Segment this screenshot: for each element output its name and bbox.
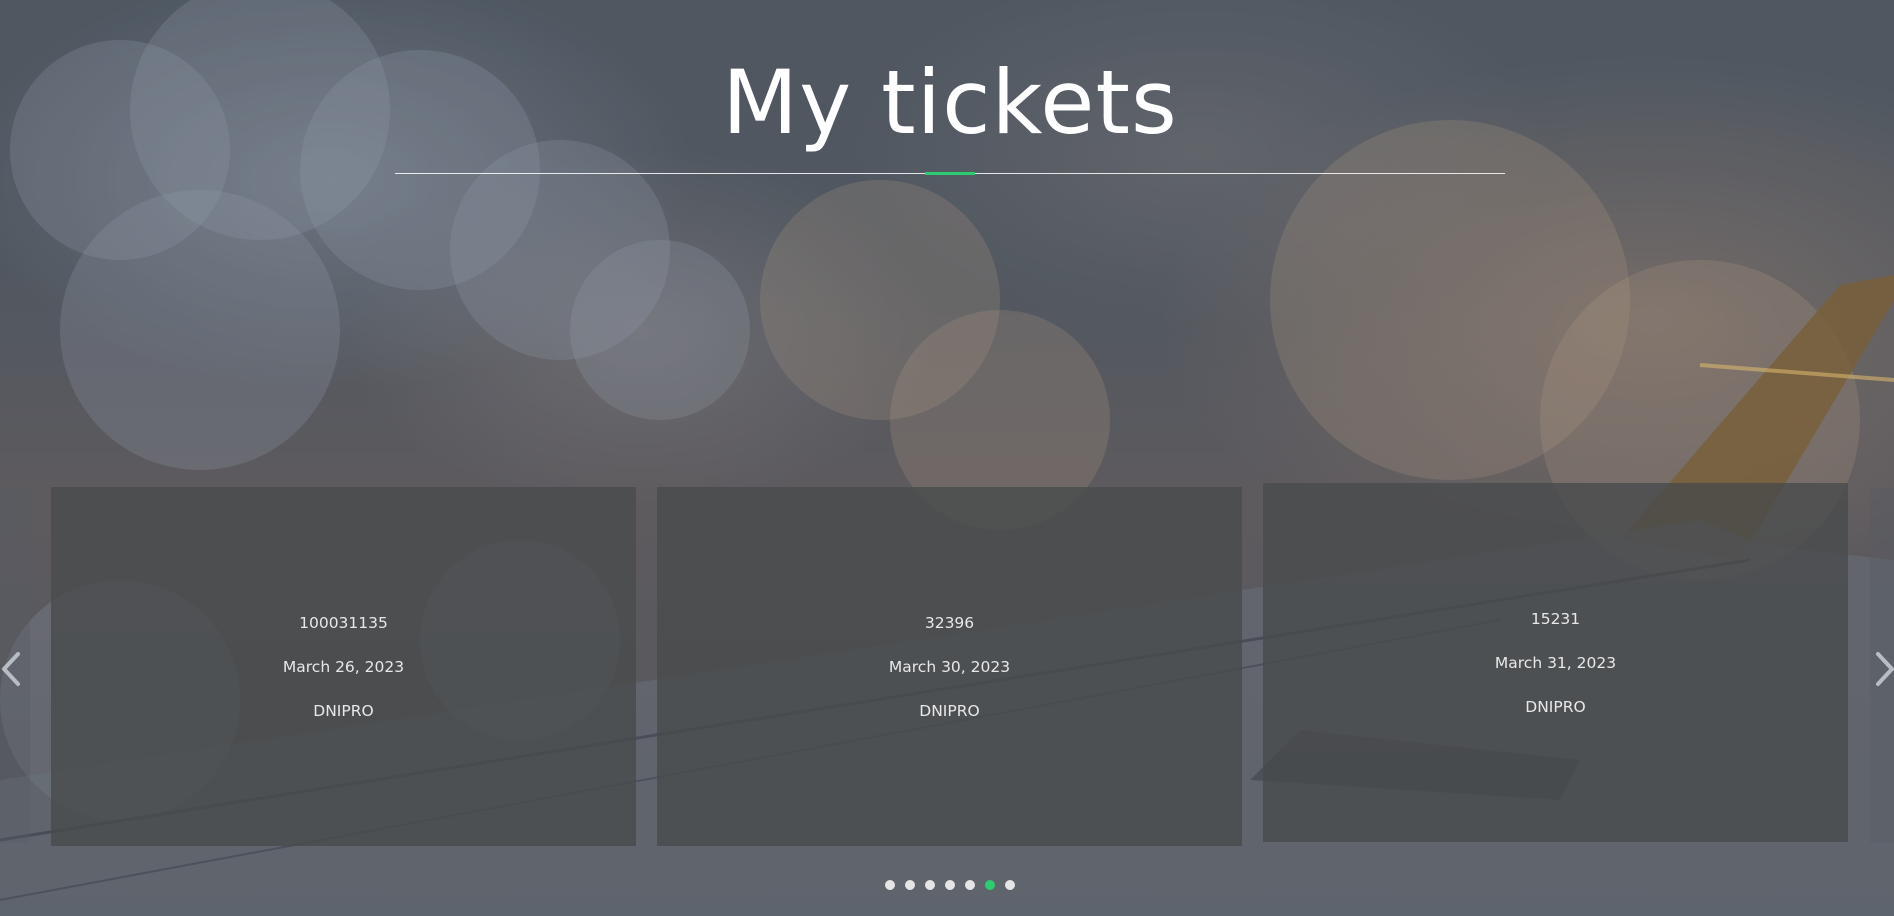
- pagination-dot[interactable]: [965, 880, 975, 890]
- ticket-city: DNIPRO: [313, 701, 374, 720]
- pagination-dot[interactable]: [1005, 880, 1015, 890]
- chevron-left-icon: [2, 652, 20, 686]
- ticket-number: 100031135: [299, 613, 388, 632]
- chevron-right-icon: [1876, 652, 1894, 686]
- ticket-date: March 31, 2023: [1494, 653, 1617, 672]
- pagination-dot[interactable]: [925, 880, 935, 890]
- page-title: My tickets: [722, 51, 1178, 154]
- ticket-card[interactable]: 100031135 March 26, 2023 DNIPRO: [51, 487, 636, 846]
- pagination-dot[interactable]: [885, 880, 895, 890]
- carousel-next-button[interactable]: [1868, 644, 1894, 694]
- title-divider-accent: [925, 172, 975, 175]
- pagination-dot[interactable]: [945, 880, 955, 890]
- pagination-dot[interactable]: [985, 880, 995, 890]
- carousel-pagination: [0, 880, 1894, 892]
- tickets-carousel: 100031135 March 26, 2023 DNIPRO 32396 Ma…: [0, 480, 1894, 860]
- ticket-date: March 26, 2023: [282, 657, 405, 676]
- ticket-card[interactable]: 32396 March 30, 2023 DNIPRO: [657, 487, 1242, 846]
- ticket-city: DNIPRO: [919, 701, 980, 720]
- page-header: My tickets: [0, 0, 1894, 180]
- ticket-card[interactable]: 15231 March 31, 2023 DNIPRO: [1263, 483, 1848, 842]
- ticket-city: DNIPRO: [1525, 697, 1586, 716]
- pagination-dot[interactable]: [905, 880, 915, 890]
- carousel-prev-button[interactable]: [0, 644, 28, 694]
- ticket-number: 15231: [1530, 609, 1581, 628]
- ticket-date: March 30, 2023: [888, 657, 1011, 676]
- ticket-number: 32396: [924, 613, 975, 632]
